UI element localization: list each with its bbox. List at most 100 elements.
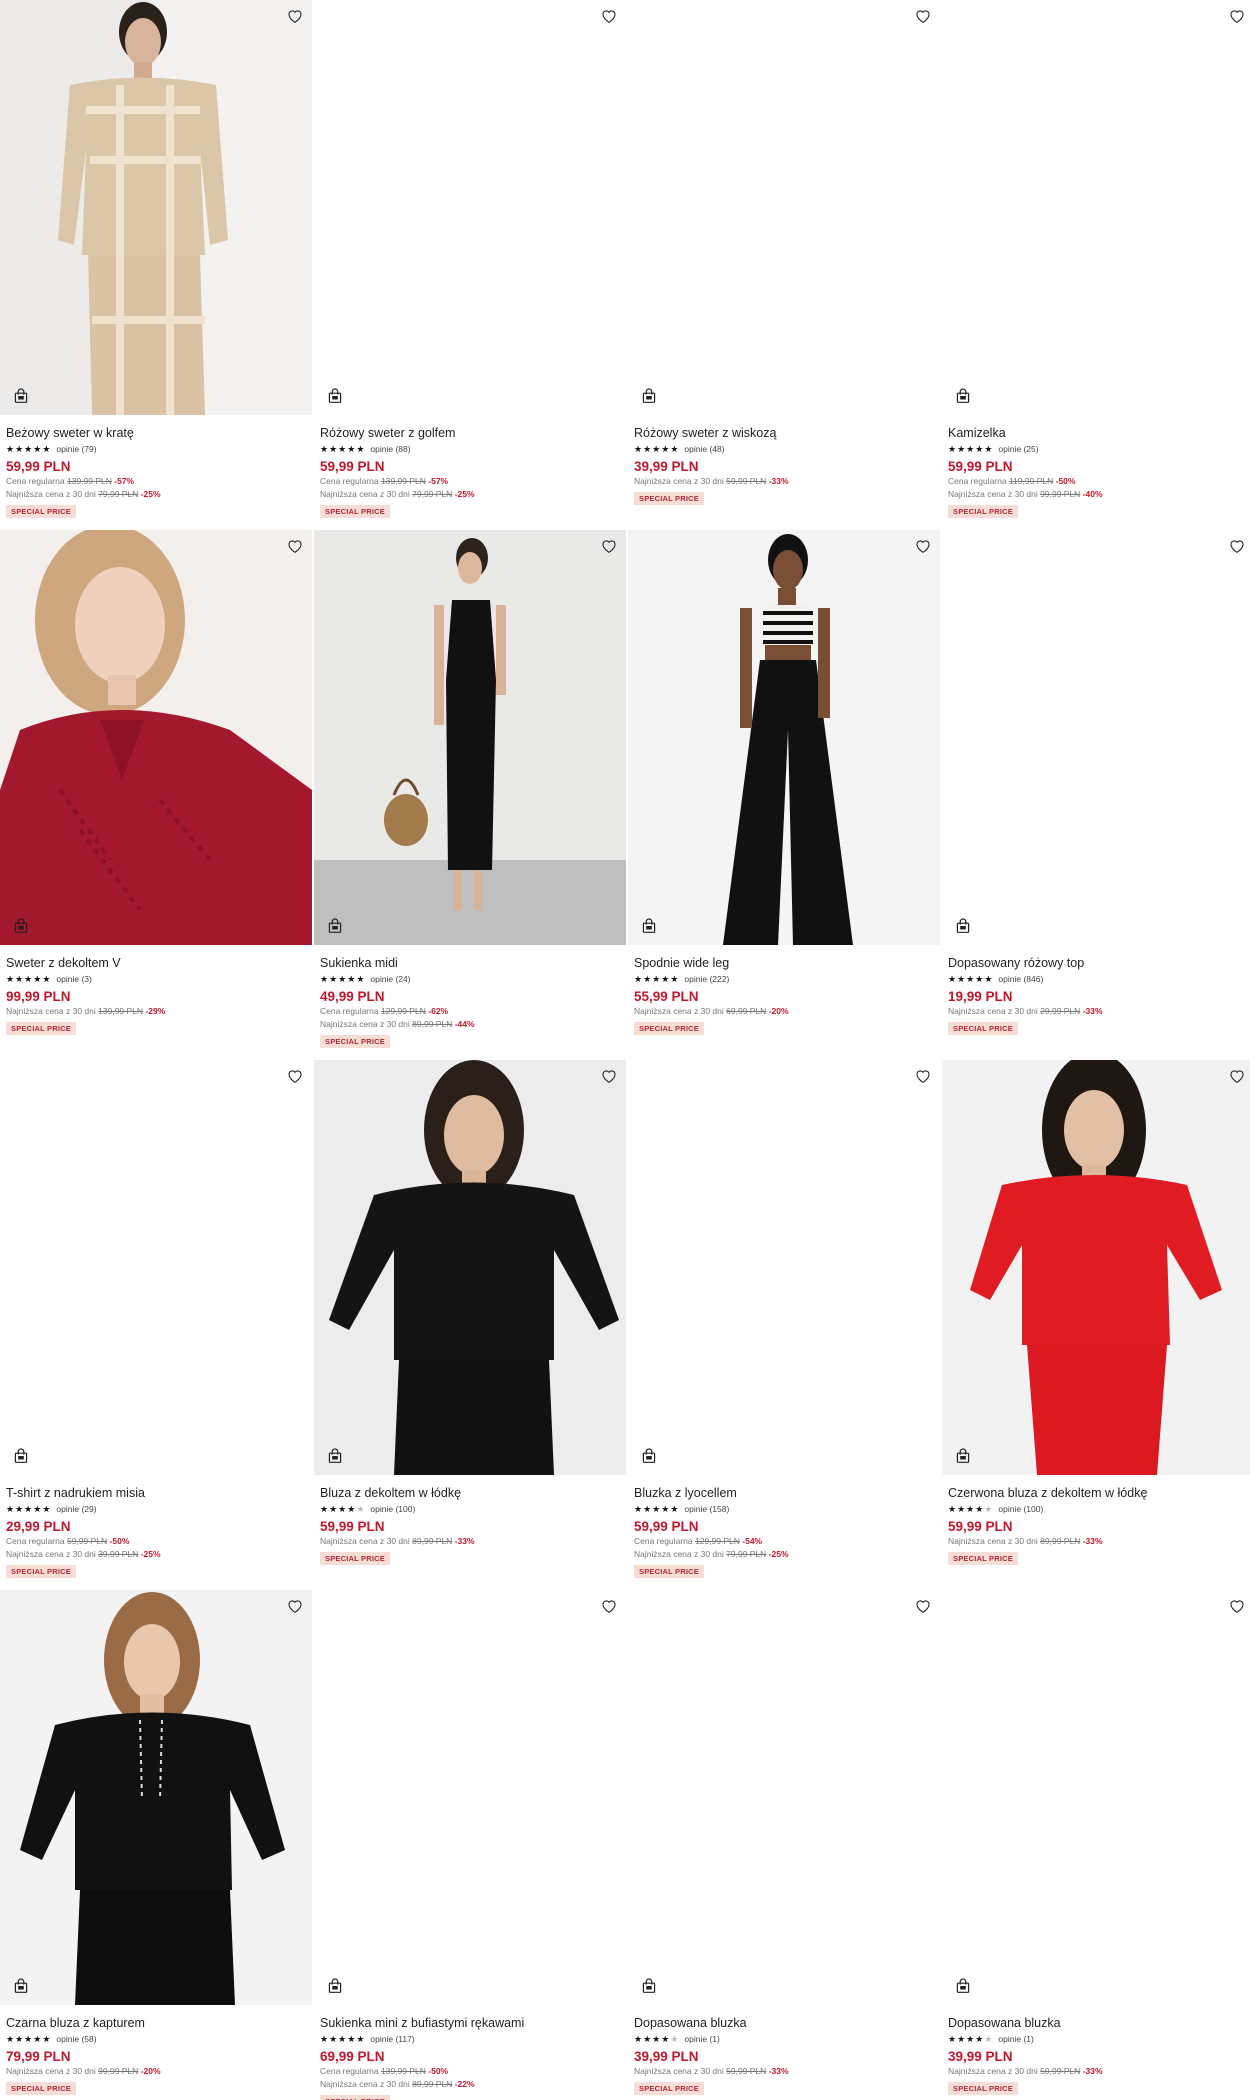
- heart-outline-icon[interactable]: [284, 536, 306, 556]
- product-name[interactable]: Sukienka midi: [320, 955, 620, 971]
- heart-outline-icon[interactable]: [598, 6, 620, 26]
- shopping-bag-icon[interactable]: [324, 915, 346, 937]
- product-name[interactable]: Różowy sweter z golfem: [320, 425, 620, 441]
- product-image[interactable]: [628, 1590, 940, 2005]
- review-count[interactable]: opinie (24): [370, 974, 410, 984]
- product-card[interactable]: Czarna bluza z kapturem ★ ★ ★ ★ ★ opinie (58…: [0, 1590, 312, 2100]
- product-card[interactable]: Bluza z dekoltem w łódkę ★ ★ ★ ★ ★ opinie (1…: [314, 1060, 626, 1590]
- product-card[interactable]: Bluzka z lyocellem ★ ★ ★ ★ ★ opinie (158) 59…: [628, 1060, 940, 1590]
- review-count[interactable]: opinie (1): [998, 2034, 1033, 2044]
- review-count[interactable]: opinie (846): [998, 974, 1043, 984]
- product-card[interactable]: Różowy sweter z wiskozą ★ ★ ★ ★ ★ opinie (48…: [628, 0, 940, 530]
- star-icon: ★: [948, 974, 957, 984]
- review-count[interactable]: opinie (58): [56, 2034, 96, 2044]
- review-count[interactable]: opinie (1): [684, 2034, 719, 2044]
- shopping-bag-icon[interactable]: [10, 1975, 32, 1997]
- product-image[interactable]: [0, 1590, 312, 2005]
- product-name[interactable]: Beżowy sweter w kratę: [6, 425, 306, 441]
- heart-outline-icon[interactable]: [598, 1596, 620, 1616]
- product-card[interactable]: Sukienka midi ★ ★ ★ ★ ★ opinie (24) 49,99 PL…: [314, 530, 626, 1060]
- shopping-bag-icon[interactable]: [952, 1975, 974, 1997]
- product-image[interactable]: [942, 1590, 1250, 2005]
- product-image[interactable]: [628, 0, 940, 415]
- product-name[interactable]: T-shirt z nadrukiem misia: [6, 1485, 306, 1501]
- product-card[interactable]: Kamizelka ★ ★ ★ ★ ★ opinie (25) 59,99 PLN Ce…: [942, 0, 1250, 530]
- shopping-bag-icon[interactable]: [638, 1445, 660, 1467]
- product-image[interactable]: [628, 1060, 940, 1475]
- price-history-line: Najniższa cena z 30 dni 89,99 PLN -22%: [320, 2079, 475, 2089]
- heart-outline-icon[interactable]: [912, 6, 934, 26]
- product-card[interactable]: Dopasowana bluzka ★ ★ ★ ★ ★ opinie (1) 39,99…: [628, 1590, 940, 2100]
- product-name[interactable]: Sukienka mini z bufiastymi rękawami: [320, 2015, 620, 2031]
- shopping-bag-icon[interactable]: [638, 385, 660, 407]
- shopping-bag-icon[interactable]: [324, 1975, 346, 1997]
- product-card[interactable]: Sweter z dekoltem V ★ ★ ★ ★ ★ opinie (3) 99,…: [0, 530, 312, 1060]
- shopping-bag-icon[interactable]: [324, 1445, 346, 1467]
- product-image[interactable]: [942, 0, 1250, 415]
- product-card[interactable]: T-shirt z nadrukiem misia ★ ★ ★ ★ ★ opinie (…: [0, 1060, 312, 1590]
- shopping-bag-icon[interactable]: [952, 915, 974, 937]
- product-name[interactable]: Dopasowany różowy top: [948, 955, 1248, 971]
- product-name[interactable]: Różowy sweter z wiskozą: [634, 425, 934, 441]
- shopping-bag-icon[interactable]: [952, 1445, 974, 1467]
- shopping-bag-icon[interactable]: [952, 385, 974, 407]
- review-count[interactable]: opinie (29): [56, 1504, 96, 1514]
- review-count[interactable]: opinie (158): [684, 1504, 729, 1514]
- heart-outline-icon[interactable]: [598, 1066, 620, 1086]
- product-image[interactable]: [314, 530, 626, 945]
- product-image[interactable]: [314, 0, 626, 415]
- product-card[interactable]: Dopasowany różowy top ★ ★ ★ ★ ★ opinie (846)…: [942, 530, 1250, 1060]
- heart-outline-icon[interactable]: [1226, 6, 1248, 26]
- product-name[interactable]: Bluza z dekoltem w łódkę: [320, 1485, 620, 1501]
- product-name[interactable]: Dopasowana bluzka: [634, 2015, 934, 2031]
- product-card[interactable]: Sukienka mini z bufiastymi rękawami ★ ★ ★ ★…: [314, 1590, 626, 2100]
- product-name[interactable]: Czarna bluza z kapturem: [6, 2015, 306, 2031]
- heart-outline-icon[interactable]: [912, 1066, 934, 1086]
- review-count[interactable]: opinie (100): [370, 1504, 415, 1514]
- heart-outline-icon[interactable]: [284, 6, 306, 26]
- shopping-bag-icon[interactable]: [10, 915, 32, 937]
- product-image[interactable]: [314, 1060, 626, 1475]
- old-price: 99,99 PLN: [1040, 489, 1081, 499]
- heart-outline-icon[interactable]: [598, 536, 620, 556]
- heart-outline-icon[interactable]: [284, 1066, 306, 1086]
- product-image[interactable]: [0, 1060, 312, 1475]
- product-card[interactable]: Beżowy sweter w kratę ★ ★ ★ ★ ★ opinie (79) …: [0, 0, 312, 530]
- product-card[interactable]: Spodnie wide leg ★ ★ ★ ★ ★ opinie (222) 55,9…: [628, 530, 940, 1060]
- product-name[interactable]: Dopasowana bluzka: [948, 2015, 1248, 2031]
- review-count[interactable]: opinie (88): [370, 444, 410, 454]
- product-image[interactable]: [314, 1590, 626, 2005]
- shopping-bag-icon[interactable]: [10, 1445, 32, 1467]
- review-count[interactable]: opinie (100): [998, 1504, 1043, 1514]
- product-card[interactable]: Różowy sweter z golfem ★ ★ ★ ★ ★ opinie (88)…: [314, 0, 626, 530]
- product-image[interactable]: [942, 530, 1250, 945]
- review-count[interactable]: opinie (79): [56, 444, 96, 454]
- shopping-bag-icon[interactable]: [638, 1975, 660, 1997]
- heart-outline-icon[interactable]: [912, 536, 934, 556]
- review-count[interactable]: opinie (117): [370, 2034, 414, 2044]
- product-name[interactable]: Bluzka z lyocellem: [634, 1485, 934, 1501]
- shopping-bag-icon[interactable]: [638, 915, 660, 937]
- product-image[interactable]: [0, 530, 312, 945]
- product-image[interactable]: [628, 530, 940, 945]
- product-name[interactable]: Kamizelka: [948, 425, 1248, 441]
- review-count[interactable]: opinie (3): [56, 974, 91, 984]
- review-count[interactable]: opinie (25): [998, 444, 1038, 454]
- shopping-bag-icon[interactable]: [10, 385, 32, 407]
- review-count[interactable]: opinie (48): [684, 444, 724, 454]
- product-name[interactable]: Sweter z dekoltem V: [6, 955, 306, 971]
- heart-outline-icon[interactable]: [912, 1596, 934, 1616]
- review-count[interactable]: opinie (222): [684, 974, 729, 984]
- product-image[interactable]: [942, 1060, 1250, 1475]
- product-image[interactable]: [0, 0, 312, 415]
- shopping-bag-icon[interactable]: [324, 385, 346, 407]
- product-card[interactable]: Dopasowana bluzka ★ ★ ★ ★ ★ opinie (1) 39,99…: [942, 1590, 1250, 2100]
- product-name[interactable]: Czerwona bluza z dekoltem w łódkę: [948, 1485, 1248, 1501]
- product-card[interactable]: Czerwona bluza z dekoltem w łódkę ★ ★ ★ ★ ★ …: [942, 1060, 1250, 1590]
- heart-outline-icon[interactable]: [1226, 536, 1248, 556]
- product-name[interactable]: Spodnie wide leg: [634, 955, 934, 971]
- heart-outline-icon[interactable]: [284, 1596, 306, 1616]
- heart-outline-icon[interactable]: [1226, 1066, 1248, 1086]
- star-icon: ★: [320, 1504, 329, 1514]
- heart-outline-icon[interactable]: [1226, 1596, 1248, 1616]
